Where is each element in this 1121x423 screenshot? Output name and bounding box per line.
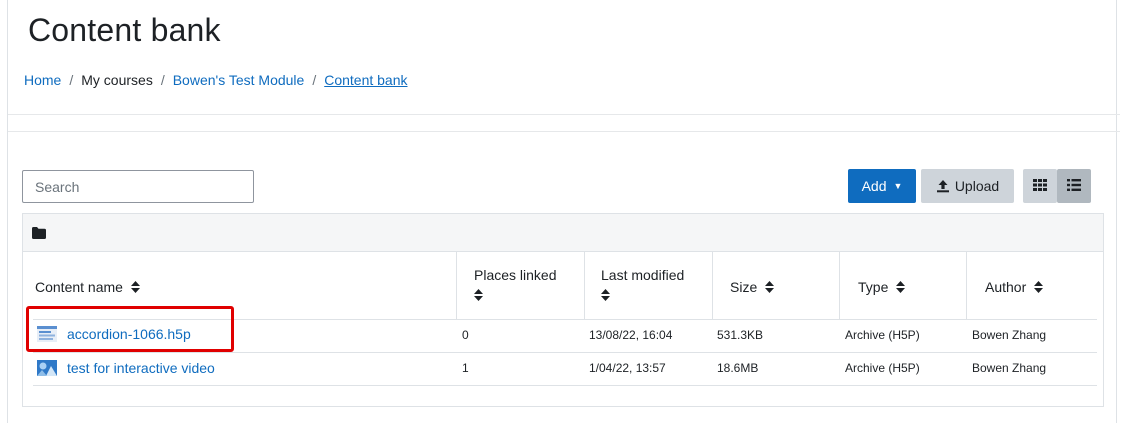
last-modified-value: 13/08/22, 16:04 (589, 328, 673, 342)
grid-icon (1033, 178, 1047, 194)
page-title: Content bank (28, 12, 221, 48)
region-divider (8, 131, 1120, 132)
add-button[interactable]: Add ▼ (848, 169, 916, 203)
upload-button[interactable]: Upload (921, 169, 1014, 203)
grid-view-button[interactable] (1023, 169, 1057, 203)
content-name: accordion-1066.h5p (67, 326, 191, 342)
frame-border-left (7, 0, 8, 423)
breadcrumb-my-courses: My courses (81, 72, 153, 88)
type-value: Archive (H5P) (845, 328, 920, 342)
author-value: Bowen Zhang (972, 361, 1047, 375)
content-name: test for interactive video (67, 360, 215, 376)
caret-down-icon: ▼ (893, 181, 903, 191)
column-header-type[interactable]: Type (858, 279, 906, 296)
content-link[interactable]: test for interactive video (37, 360, 215, 376)
column-divider (712, 252, 713, 319)
breadcrumb: Home / My courses / Bowen's Test Module … (24, 72, 408, 88)
size-value: 18.6MB (717, 361, 759, 375)
column-header-content-name[interactable]: Content name (35, 279, 140, 296)
row-divider (33, 385, 1097, 386)
column-header-author[interactable]: Author (985, 279, 1044, 296)
sort-icon (601, 288, 610, 304)
size-value: 531.3KB (717, 328, 764, 342)
author-value: Bowen Zhang (972, 328, 1047, 342)
document-icon (37, 326, 57, 342)
column-divider (966, 252, 967, 319)
column-header-label: Size (730, 279, 758, 295)
list-view-button[interactable] (1057, 169, 1091, 203)
breadcrumb-separator: / (312, 72, 317, 88)
content-table: Content name Places linked Last modified… (22, 213, 1104, 407)
content-link[interactable]: accordion-1066.h5p (37, 326, 191, 342)
breadcrumb-course[interactable]: Bowen's Test Module (173, 72, 305, 88)
column-divider (584, 252, 585, 319)
frame-border-right (1116, 0, 1117, 423)
breadcrumb-separator: / (160, 72, 165, 88)
sort-icon (1034, 280, 1044, 296)
column-header-last-modified[interactable]: Last modified (601, 267, 684, 304)
type-value: Archive (H5P) (845, 361, 920, 375)
places-linked-value: 1 (462, 361, 469, 375)
column-divider (456, 252, 457, 319)
sort-icon (765, 280, 775, 296)
row-divider (33, 352, 1097, 353)
sort-icon (130, 280, 140, 296)
header-divider (8, 114, 1120, 115)
breadcrumb-separator: / (69, 72, 74, 88)
folder-bar (23, 214, 1103, 252)
upload-button-label: Upload (954, 178, 1000, 194)
last-modified-value: 1/04/22, 13:57 (589, 361, 666, 375)
column-header-places-linked[interactable]: Places linked (474, 267, 557, 304)
column-header-size[interactable]: Size (730, 279, 775, 296)
upload-icon (936, 179, 950, 193)
column-header-label: Places linked (474, 267, 557, 283)
column-header-label: Author (985, 279, 1027, 295)
add-button-label: Add (861, 178, 887, 194)
places-linked-value: 0 (462, 328, 469, 342)
column-header-label: Last modified (601, 267, 685, 283)
column-header-label: Type (858, 279, 889, 295)
interactive-video-icon (37, 360, 57, 376)
breadcrumb-content-bank[interactable]: Content bank (324, 72, 407, 88)
list-icon (1067, 178, 1081, 194)
folder-icon[interactable] (32, 226, 46, 244)
sort-icon (474, 288, 483, 304)
column-divider (839, 252, 840, 319)
search-input[interactable] (22, 170, 254, 203)
breadcrumb-home[interactable]: Home (24, 72, 61, 88)
row-divider (33, 319, 1097, 320)
sort-icon (896, 280, 906, 296)
column-header-label: Content name (35, 279, 123, 295)
